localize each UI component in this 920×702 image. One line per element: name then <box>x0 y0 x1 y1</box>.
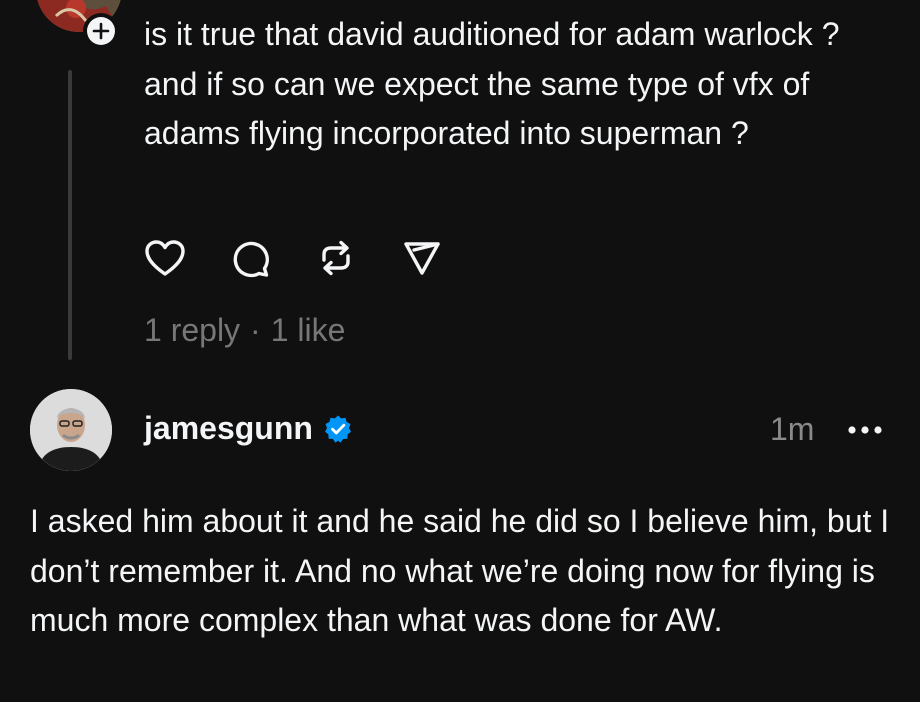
post-timestamp: 1m <box>770 411 815 447</box>
heart-icon <box>145 240 185 276</box>
reply-author-avatar[interactable] <box>30 389 112 471</box>
share-button[interactable] <box>402 236 446 280</box>
comment-icon <box>233 241 269 278</box>
more-options-button[interactable] <box>846 418 886 442</box>
post-stats: 1 reply · 1 like <box>144 312 345 349</box>
like-button[interactable] <box>144 236 188 280</box>
like-count[interactable]: 1 like <box>271 312 346 349</box>
thread-connector-line <box>68 70 72 360</box>
avatar-image <box>30 389 112 471</box>
more-icon <box>848 426 882 434</box>
post-action-bar <box>144 236 446 280</box>
reply-post-text: I asked him about it and he said he did … <box>30 503 890 638</box>
parent-post-text: is it true that david auditioned for ada… <box>144 16 849 151</box>
username[interactable]: jamesgunn <box>144 410 313 447</box>
follow-button[interactable] <box>83 13 119 49</box>
plus-icon <box>92 22 110 40</box>
reply-header: jamesgunn <box>144 410 353 447</box>
reply-count[interactable]: 1 reply <box>144 312 240 349</box>
comment-button[interactable] <box>230 236 274 280</box>
repost-button[interactable] <box>316 236 360 280</box>
verified-badge-icon <box>323 414 353 444</box>
threads-post-view: is it true that david auditioned for ada… <box>0 0 920 702</box>
share-icon <box>404 242 440 275</box>
stats-separator: · <box>250 312 261 348</box>
repost-icon <box>322 240 350 276</box>
